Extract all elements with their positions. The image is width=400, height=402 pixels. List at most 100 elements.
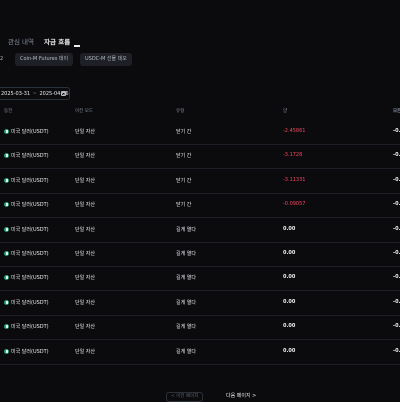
extra-cell: -0. [393,250,400,256]
currency-cell: 미국 달러(USDT) [4,226,49,233]
currency-label: 미국 달러(USDT) [11,202,49,209]
currency-cell: 미국 달러(USDT) [4,250,49,257]
date-range-picker[interactable]: 2025-03-31 ~ 2025-04-06 [0,87,70,100]
tab-watch-history[interactable]: 관심 내역 [8,36,34,46]
currency-label: 미국 달러(USDT) [11,348,49,355]
table-row: 미국 달러(USDT) 단일 자산 길게 열다 0.00 -0. [0,218,400,243]
table-header: 동전 이전 모드 유형 양 모든 [0,108,400,118]
header-amount: 양 [283,109,288,114]
table-row: 미국 달러(USDT) 단일 자산 길게 열다 0.00 -0. [0,291,400,316]
subtab-coin-m[interactable]: Coin-M Futures 데이 [15,53,74,66]
next-page-button[interactable]: 다음 페이지 > [222,392,260,400]
type-cell: 닫기 간 [176,177,192,184]
currency-cell: 미국 달러(USDT) [4,274,49,281]
table-row: 미국 달러(USDT) 단일 자산 길게 열다 0.00 -0. [0,242,400,267]
header-type: 유형 [176,109,185,114]
wallet-mode-cell: 단일 자산 [75,348,95,355]
date-range-separator: ~ [32,91,37,97]
amount-cell: 0.00 [283,225,296,232]
usdt-coin-icon [4,202,9,208]
currency-label: 미국 달러(USDT) [11,251,49,257]
currency-label: 미국 달러(USDT) [11,299,49,306]
usdt-coin-icon [4,177,9,183]
header-extra: 모든 [393,109,400,114]
extra-cell: -0. [393,298,400,305]
wallet-mode-cell: 단일 자산 [75,324,95,331]
usdt-coin-icon [4,324,9,330]
extra-cell: -0. [393,201,400,208]
wallet-mode-cell: 단일 자산 [75,275,95,282]
amount-cell: -3.1728 [283,152,303,159]
type-cell: 닫기 간 [176,129,192,135]
table-row: 미국 달러(USDT) 단일 자산 닫기 간 -2.45861 -0. [0,120,400,145]
wallet-mode-cell: 단일 자산 [75,129,95,135]
type-cell: 길게 열다 [176,348,196,355]
table-row: 미국 달러(USDT) 단일 자산 닫기 간 -3.11331 -0. [0,169,400,194]
amount-cell: 0.00 [283,347,296,354]
amount-cell: -3.11331 [283,176,306,183]
wallet-mode-cell: 단일 자산 [75,153,95,160]
table-row: 미국 달러(USDT) 단일 자산 길게 열다 0.00 -0. [0,315,400,341]
subtab-bar: 2 Coin-M Futures 데이 USDC-M 선물 데오 [0,53,400,67]
usdt-coin-icon [4,153,9,159]
extra-cell: -0. [393,274,400,281]
extra-cell: -0. [393,176,400,183]
wallet-mode-cell: 단일 자산 [75,299,95,306]
type-cell: 길게 열다 [176,324,196,331]
type-cell: 길게 열다 [176,299,196,306]
usdt-coin-icon [4,275,9,281]
type-cell: 닫기 간 [176,202,192,209]
subtab-usdc-m[interactable]: USDC-M 선물 데오 [80,53,132,66]
currency-cell: 미국 달러(USDT) [4,201,49,208]
currency-cell: 미국 달러(USDT) [4,128,49,135]
extra-cell: -0. [393,323,400,330]
amount-cell: -2.45861 [283,128,306,134]
extra-cell: -0. [393,152,400,159]
type-cell: 길게 열다 [176,275,196,282]
currency-label: 미국 달러(USDT) [11,226,49,233]
header-currency: 동전 [4,109,13,114]
currency-label: 미국 달러(USDT) [11,275,49,282]
amount-cell: 0.00 [283,250,296,256]
extra-cell: -0. [393,128,400,134]
currency-label: 미국 달러(USDT) [11,153,49,160]
currency-label: 미국 달러(USDT) [11,129,49,135]
calendar-icon[interactable] [61,91,66,96]
usdt-coin-icon [4,251,9,256]
wallet-mode-cell: 단일 자산 [75,177,95,184]
usdt-coin-icon [4,226,9,232]
extra-cell: -0. [393,347,400,354]
table-row: 미국 달러(USDT) 단일 자산 길게 열다 0.00 -0. [0,266,400,292]
amount-cell: 0.00 [283,274,296,281]
pagination: < 이전 페이지 다음 페이지 > [0,392,400,402]
amount-cell: 0.00 [283,298,296,305]
currency-cell: 미국 달러(USDT) [4,348,49,355]
table-row: 미국 달러(USDT) 단일 자산 닫기 간 -3.1728 -0. [0,144,400,170]
type-cell: 길게 열다 [176,251,196,257]
usdt-coin-icon [4,348,9,354]
extra-cell: -0. [393,225,400,232]
currency-label: 미국 달러(USDT) [11,177,49,184]
currency-cell: 미국 달러(USDT) [4,323,49,330]
currency-cell: 미국 달러(USDT) [4,299,49,306]
table-row: 미국 달러(USDT) 단일 자산 닫기 간 -0.09057 -0. [0,193,400,219]
header-wallet: 이전 모드 [75,109,93,114]
wallet-mode-cell: 단일 자산 [75,251,95,257]
subtab-usds-m[interactable]: 2 [0,53,8,66]
type-cell: 닫기 간 [176,153,192,160]
usdt-coin-icon [4,129,9,134]
tab-fund-flow[interactable]: 자금 흐름 [44,36,70,46]
currency-cell: 미국 달러(USDT) [4,177,49,184]
amount-cell: -0.09057 [283,201,306,208]
date-range-start: 2025-03-31 [1,91,31,97]
usdt-coin-icon [4,299,9,305]
type-cell: 길게 열다 [176,226,196,233]
table-row: 미국 달러(USDT) 단일 자산 길게 열다 0.00 -0. [0,340,400,365]
currency-cell: 미국 달러(USDT) [4,152,49,159]
amount-cell: 0.00 [283,323,296,330]
prev-page-button[interactable]: < 이전 페이지 [166,392,204,402]
currency-label: 미국 달러(USDT) [11,324,49,331]
wallet-mode-cell: 단일 자산 [75,202,95,209]
active-tab-indicator [74,45,80,47]
wallet-mode-cell: 단일 자산 [75,226,95,233]
